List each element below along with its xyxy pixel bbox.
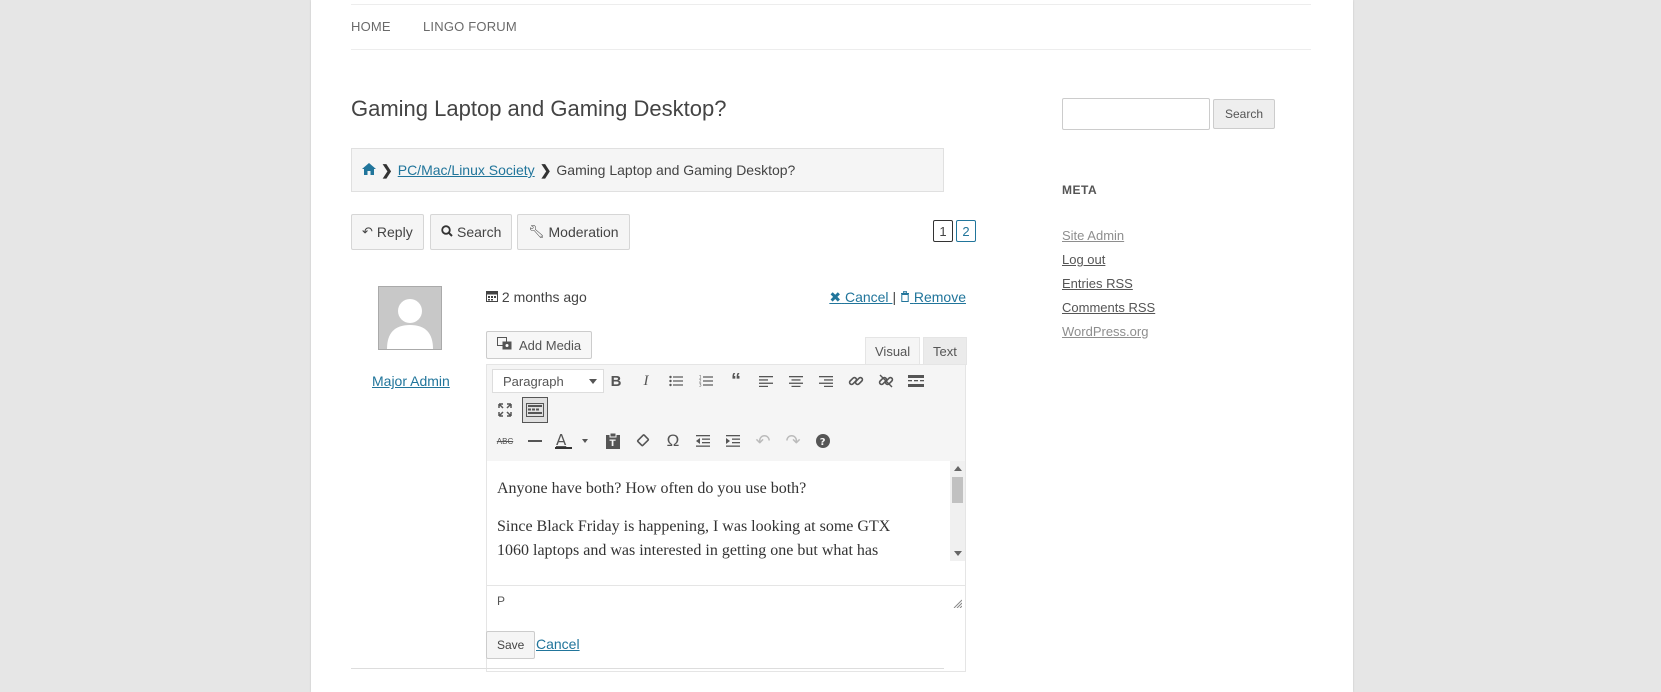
page-link-1[interactable]: 1	[933, 220, 953, 242]
scroll-down-icon[interactable]	[954, 551, 962, 556]
strikethrough-icon[interactable]: ABC	[492, 428, 518, 454]
post-actions: ✖ Cancel | Remove	[829, 289, 966, 306]
link-icon[interactable]	[843, 368, 869, 394]
moderation-button[interactable]: 🔧︎ Moderation	[517, 214, 630, 250]
editor-toolbar: Paragraph B I 123 “ ABC A T Ω ↶ ↷ ?	[487, 365, 965, 462]
breadcrumb-current: Gaming Laptop and Gaming Desktop?	[556, 162, 796, 178]
action-separator: |	[892, 289, 897, 305]
blockquote-icon[interactable]: “	[723, 368, 749, 394]
meta-links: Site Admin Log out Entries RSS Comments …	[1062, 228, 1155, 348]
svg-text:3: 3	[699, 383, 702, 388]
breadcrumb: ❯ PC/Mac/Linux Society ❯ Gaming Laptop a…	[351, 148, 944, 192]
page: HOME LINGO FORUM Gaming Laptop and Gamin…	[311, 0, 1353, 692]
undo-icon[interactable]: ↶	[750, 428, 776, 454]
site-admin-link[interactable]: Site Admin	[1062, 228, 1124, 243]
chevron-right-icon: ❯	[381, 161, 393, 178]
align-center-icon[interactable]	[783, 368, 809, 394]
indent-icon[interactable]	[720, 428, 746, 454]
breadcrumb-parent-link[interactable]: PC/Mac/Linux Society	[398, 162, 535, 178]
close-icon: ✖	[829, 289, 842, 305]
toolbar-toggle-icon[interactable]	[522, 397, 548, 423]
editor-statusbar: P	[487, 585, 965, 614]
editor-content[interactable]: Anyone have both? How often do you use b…	[487, 461, 965, 561]
svg-text:?: ?	[820, 437, 826, 448]
media-icon	[497, 336, 513, 354]
search-input[interactable]	[1062, 98, 1210, 130]
nav-lingo-forum[interactable]: LINGO FORUM	[423, 19, 517, 34]
add-media-button[interactable]: Add Media	[486, 331, 593, 359]
help-icon[interactable]: ?	[810, 428, 836, 454]
read-more-icon[interactable]	[903, 368, 929, 394]
rich-text-editor: Paragraph B I 123 “ ABC A T Ω ↶ ↷ ? Anyo…	[486, 364, 966, 672]
bullet-list-icon[interactable]	[663, 368, 689, 394]
scroll-up-icon[interactable]	[954, 466, 962, 471]
text-color-icon[interactable]: A	[552, 428, 592, 454]
svg-text:A: A	[556, 432, 567, 449]
post-date: 2 months ago	[486, 289, 587, 305]
calendar-icon	[486, 289, 502, 305]
add-media-label: Add Media	[519, 337, 582, 353]
unlink-icon[interactable]	[873, 368, 899, 394]
editor-paragraph: Since Black Friday is happening, I was l…	[497, 518, 891, 559]
clear-formatting-icon[interactable]	[630, 428, 656, 454]
editor-scrollbar[interactable]	[950, 461, 965, 561]
align-right-icon[interactable]	[813, 368, 839, 394]
comments-rss-link[interactable]: Comments RSS	[1062, 300, 1155, 315]
fullscreen-icon[interactable]	[492, 397, 518, 423]
bold-icon[interactable]: B	[603, 368, 629, 394]
resize-handle-icon[interactable]	[953, 599, 962, 608]
meta-widget-title: META	[1062, 183, 1098, 197]
home-icon[interactable]	[362, 162, 376, 178]
reply-label: Reply	[376, 224, 413, 240]
tab-visual[interactable]: Visual	[865, 337, 921, 365]
avatar	[378, 286, 442, 350]
search-label: Search	[457, 224, 502, 240]
tab-text[interactable]: Text	[923, 337, 967, 365]
cancel-edit-label: Cancel	[844, 289, 889, 305]
wrench-icon: 🔧︎	[528, 224, 545, 239]
remove-label: Remove	[913, 289, 966, 305]
italic-icon[interactable]: I	[633, 368, 659, 394]
outdent-icon[interactable]	[690, 428, 716, 454]
format-select-value: Paragraph	[503, 373, 564, 389]
nav-home[interactable]: HOME	[351, 19, 391, 34]
save-button[interactable]: Save	[486, 631, 536, 659]
trash-icon	[900, 289, 914, 305]
author-link[interactable]: Major Admin	[372, 373, 450, 389]
moderation-label: Moderation	[548, 224, 619, 240]
format-select[interactable]: Paragraph	[492, 369, 604, 393]
chevron-right-icon: ❯	[539, 161, 552, 178]
align-left-icon[interactable]	[753, 368, 779, 394]
post-date-text: 2 months ago	[501, 289, 587, 305]
reply-icon: ↶	[362, 224, 373, 239]
divider	[351, 668, 944, 669]
editor-paragraph: Anyone have both? How often do you use b…	[497, 480, 807, 497]
reply-button[interactable]: ↶ Reply	[351, 214, 424, 250]
log-out-link[interactable]: Log out	[1062, 252, 1105, 267]
element-path[interactable]: P	[497, 594, 505, 608]
cancel-edit-link[interactable]: ✖ Cancel	[829, 289, 892, 305]
horizontal-line-icon[interactable]	[522, 428, 548, 454]
svg-text:T: T	[610, 439, 617, 449]
page-link-2[interactable]: 2	[956, 220, 976, 242]
page-title: Gaming Laptop and Gaming Desktop?	[351, 96, 727, 121]
entries-rss-link[interactable]: Entries RSS	[1062, 276, 1133, 291]
numbered-list-icon[interactable]: 123	[693, 368, 719, 394]
cancel-button[interactable]: Cancel	[536, 636, 580, 652]
top-nav: HOME LINGO FORUM	[351, 4, 1311, 50]
search-button[interactable]: Search	[430, 214, 513, 250]
paste-text-icon[interactable]: T	[600, 428, 626, 454]
special-character-icon[interactable]: Ω	[660, 428, 686, 454]
chevron-down-icon	[589, 379, 597, 384]
sidebar-search-button[interactable]: Search	[1213, 99, 1276, 129]
search-icon	[441, 224, 453, 240]
wordpress-org-link[interactable]: WordPress.org	[1062, 324, 1148, 339]
redo-icon[interactable]: ↷	[780, 428, 806, 454]
remove-link[interactable]: Remove	[900, 289, 966, 305]
scroll-thumb[interactable]	[952, 477, 963, 503]
